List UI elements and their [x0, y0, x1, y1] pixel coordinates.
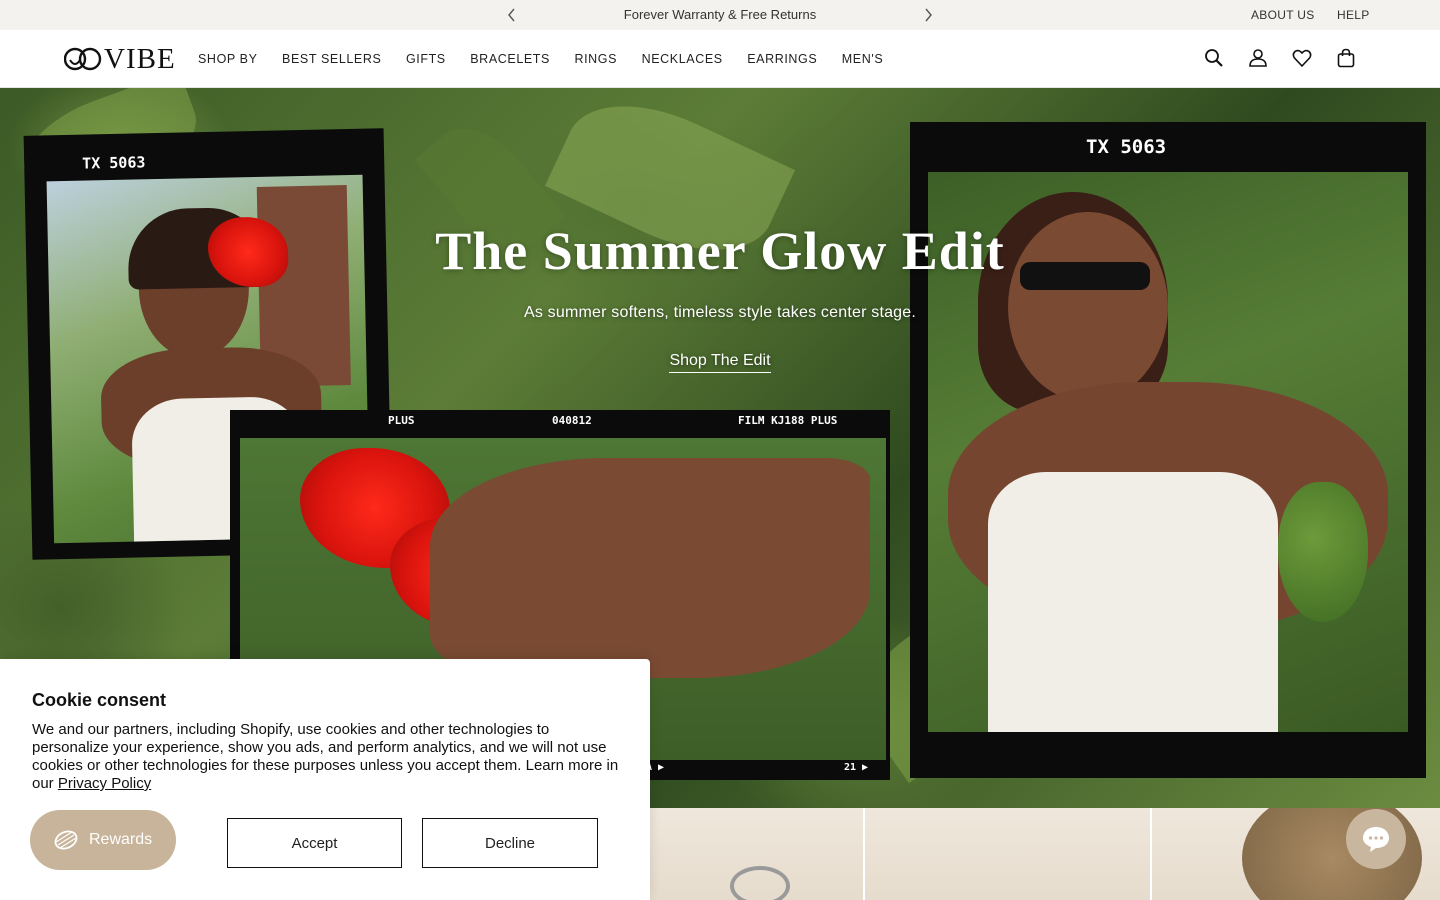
chat-icon [1363, 827, 1389, 852]
chat-button[interactable] [1346, 809, 1406, 869]
cookie-body: We and our partners, including Shopify, … [32, 721, 622, 793]
nav-necklaces[interactable]: NECKLACES [642, 52, 723, 66]
avocado [1278, 482, 1368, 622]
nav-best-sellers[interactable]: BEST SELLERS [282, 52, 381, 66]
film-label: TX 5063 [1086, 136, 1167, 158]
chevron-right-icon[interactable] [920, 7, 936, 23]
main-nav: SHOP BY BEST SELLERS GIFTS BRACELETS RIN… [198, 30, 908, 88]
cookie-title: Cookie consent [32, 690, 167, 710]
search-icon[interactable] [1204, 47, 1224, 69]
accept-button[interactable]: Accept [227, 818, 402, 868]
portrait-top [988, 472, 1278, 732]
film-label: PLUS [388, 414, 415, 427]
hero-cta-wrap: Shop The Edit [0, 352, 1440, 373]
header-icons [1204, 47, 1356, 69]
film-label: 040812 [552, 414, 592, 427]
cart-icon[interactable] [1336, 47, 1356, 69]
logo-mark-icon [64, 47, 102, 71]
nav-shop-by[interactable]: SHOP BY [198, 52, 258, 66]
product-tile[interactable] [865, 808, 1152, 900]
site-header: VIBE SHOP BY BEST SELLERS GIFTS BRACELET… [0, 30, 1440, 88]
announcement-bar: Forever Warranty & Free Returns ABOUT US… [0, 0, 1440, 30]
rewards-label: Rewards [89, 831, 153, 848]
privacy-policy-link[interactable]: Privacy Policy [58, 775, 151, 792]
nav-bracelets[interactable]: BRACELETS [470, 52, 550, 66]
nav-rings[interactable]: RINGS [574, 52, 617, 66]
rewards-button[interactable]: Rewards [30, 810, 176, 870]
film-label: FILM KJ188 PLUS [738, 414, 838, 427]
product-tile[interactable] [650, 808, 865, 900]
gift-icon [54, 830, 78, 850]
announcement-message: Forever Warranty & Free Returns [623, 7, 817, 22]
nav-gifts[interactable]: GIFTS [406, 52, 446, 66]
logo[interactable]: VIBE [64, 43, 176, 75]
decline-button[interactable]: Decline [422, 818, 598, 868]
account-icon[interactable] [1248, 47, 1268, 69]
film-label: TX 5063 [82, 153, 146, 173]
about-us-link[interactable]: ABOUT US [1251, 0, 1315, 30]
film-label: 21 ▶ [844, 762, 869, 773]
jewelry-shape [730, 866, 790, 900]
help-link[interactable]: HELP [1337, 0, 1370, 30]
logo-text: VIBE [104, 42, 176, 75]
hero-subtitle: As summer softens, timeless style takes … [523, 304, 917, 321]
arm [430, 458, 870, 678]
nav-earrings[interactable]: EARRINGS [747, 52, 817, 66]
wishlist-icon[interactable] [1292, 47, 1312, 69]
hero-title: The Summer Glow Edit [435, 221, 1005, 281]
shop-the-edit-link[interactable]: Shop The Edit [669, 352, 771, 373]
nav-mens[interactable]: MEN'S [842, 52, 884, 66]
